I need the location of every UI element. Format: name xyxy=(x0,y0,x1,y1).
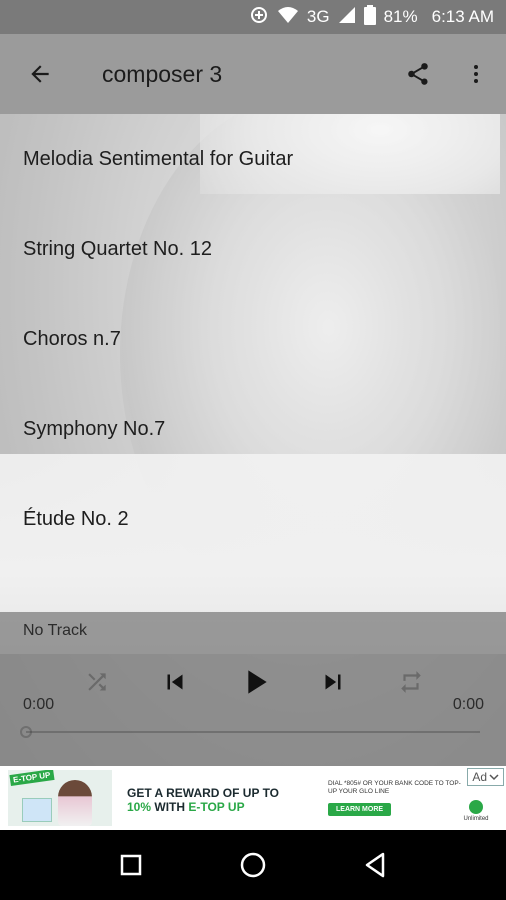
play-icon xyxy=(248,670,267,694)
player-panel: No Track 0:00 0:00 xyxy=(0,612,506,766)
learn-more-button[interactable]: LEARN MORE xyxy=(328,803,392,816)
track-list: Melodia Sentimental for Guitar String Qu… xyxy=(0,114,506,564)
ad-headline-percent: 10% xyxy=(127,800,152,814)
seek-handle[interactable] xyxy=(20,726,32,738)
ad-brand: Unlimited xyxy=(456,800,496,822)
skip-next-icon xyxy=(325,674,341,690)
back-nav-button[interactable] xyxy=(353,843,397,887)
ad-badge: E-TOP UP xyxy=(9,770,55,786)
battery-level: 81% xyxy=(383,7,418,26)
next-button[interactable] xyxy=(311,660,355,704)
ad-headline: GET A REWARD OF UP TO 10% WITH E-TOP UP xyxy=(127,786,307,814)
glo-logo-icon xyxy=(469,800,483,814)
track-title: Melodia Sentimental for Guitar xyxy=(23,147,294,170)
playback-controls xyxy=(0,660,506,704)
wifi-icon xyxy=(277,6,299,29)
list-item[interactable]: Choros n.7 xyxy=(0,294,506,384)
page-title: composer 3 xyxy=(102,60,223,87)
previous-button[interactable] xyxy=(153,660,197,704)
circle-icon xyxy=(240,852,266,878)
ad-person-shape xyxy=(58,780,92,826)
ad-choices-label[interactable]: Ad xyxy=(467,768,504,786)
ad-device-shape xyxy=(22,798,52,822)
chevron-down-icon xyxy=(489,774,499,781)
home-button[interactable] xyxy=(231,843,275,887)
elapsed-time: 0:00 xyxy=(23,696,55,713)
list-item[interactable]: Symphony No.7 xyxy=(0,384,506,474)
app-content: composer 3 Melodia Sentimental for Guita… xyxy=(0,34,506,766)
arrow-back-icon xyxy=(31,65,49,83)
play-button[interactable] xyxy=(233,660,277,704)
repeat-icon xyxy=(401,671,421,693)
track-title: Étude No. 2 xyxy=(23,507,129,530)
recent-apps-button[interactable] xyxy=(109,843,153,887)
list-item[interactable]: Melodia Sentimental for Guitar xyxy=(0,114,506,204)
ad-brand-text: Unlimited xyxy=(463,816,489,822)
ad-headline-with: WITH xyxy=(151,800,189,814)
app-toolbar: composer 3 xyxy=(0,34,506,114)
ad-headline-brand: E-TOP UP xyxy=(188,800,245,814)
triangle-back-icon xyxy=(365,852,385,878)
share-icon xyxy=(408,63,428,85)
square-icon xyxy=(120,854,142,876)
share-button[interactable] xyxy=(398,54,438,94)
ad-banner[interactable]: E-TOP UP GET A REWARD OF UP TO 10% WITH … xyxy=(0,766,506,830)
back-button[interactable] xyxy=(20,54,60,94)
now-playing-label: No Track xyxy=(23,622,88,639)
network-type: 3G xyxy=(306,7,330,26)
total-time: 0:00 xyxy=(452,696,484,713)
track-title: String Quartet No. 12 xyxy=(23,237,212,260)
ad-label-text: Ad xyxy=(472,770,487,784)
repeat-button[interactable] xyxy=(389,660,433,704)
skip-previous-icon xyxy=(167,674,183,690)
battery-icon xyxy=(363,4,376,30)
track-title: Symphony No.7 xyxy=(23,417,166,440)
data-saver-icon xyxy=(249,5,269,30)
system-nav-bar xyxy=(0,830,506,900)
shuffle-button[interactable] xyxy=(75,660,119,704)
overflow-menu-button[interactable] xyxy=(456,54,496,94)
ad-small-text: DIAL *805# OR YOUR BANK CODE TO TOP-UP Y… xyxy=(328,780,461,795)
ad-image: E-TOP UP xyxy=(8,770,112,826)
track-title: Choros n.7 xyxy=(23,327,121,350)
seek-bar[interactable] xyxy=(20,726,480,738)
more-vert-icon xyxy=(474,65,478,83)
list-item[interactable]: String Quartet No. 12 xyxy=(0,204,506,294)
signal-icon xyxy=(338,6,356,29)
ad-headline-line1: GET A REWARD OF UP TO xyxy=(127,786,280,800)
status-bar: 3G 81% 6:13 AM xyxy=(0,0,506,34)
list-item[interactable]: Étude No. 2 xyxy=(0,474,506,564)
shuffle-icon xyxy=(88,673,106,691)
clock: 6:13 AM xyxy=(431,7,494,26)
